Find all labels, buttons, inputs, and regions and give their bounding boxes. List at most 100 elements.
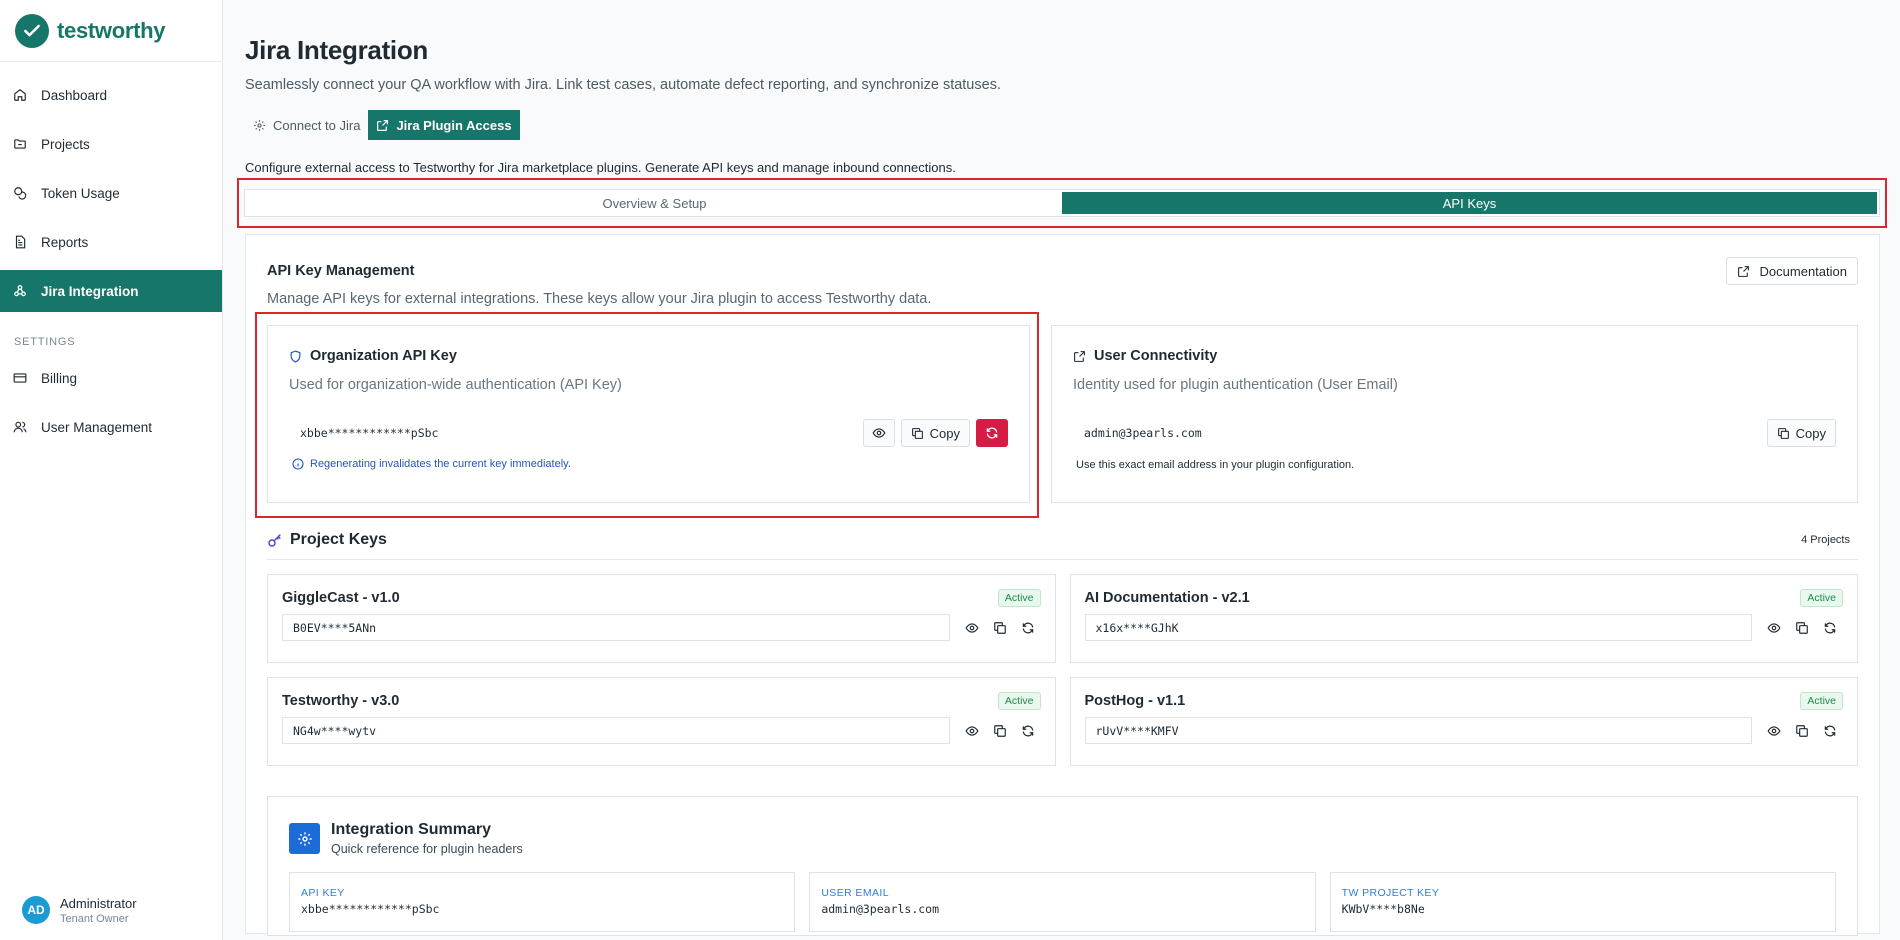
app-root: testworthy Dashboard Projects Token Usag… [0, 0, 1900, 940]
project-keys-title: Project Keys [267, 531, 387, 549]
copy-icon[interactable] [993, 621, 1007, 635]
card-title-text: Organization API Key [310, 348, 457, 364]
sidebar-item-label: Dashboard [41, 87, 108, 103]
project-key-value: rUvV****KMFV [1095, 723, 1179, 738]
warning-text: Regenerating invalidates the current key… [310, 458, 571, 470]
page-title: Jira Integration [245, 35, 429, 65]
copy-icon[interactable] [993, 724, 1007, 738]
sidebar-item-reports[interactable]: Reports [0, 221, 222, 263]
config-description: Configure external access to Testworthy … [245, 160, 956, 175]
sidebar-item-dashboard[interactable]: Dashboard [0, 74, 222, 116]
documentation-button[interactable]: Documentation [1725, 257, 1858, 285]
user-connectivity-card: User Connectivity Identity used for plug… [1051, 325, 1858, 503]
project-key-actions [1767, 724, 1837, 738]
summary-value: admin@3pearls.com [821, 902, 940, 916]
project-keys-header: Project Keys 4 Projects [267, 531, 1858, 560]
summary-grid: API KEY xbbe************pSbc USER EMAIL … [289, 872, 1836, 932]
shield-icon [289, 349, 302, 363]
eye-icon[interactable] [1767, 621, 1781, 635]
summary-value: xbbe************pSbc [301, 902, 440, 916]
org-api-key-card: Organization API Key Used for organizati… [267, 325, 1030, 503]
panel-title: API Key Management [267, 263, 415, 279]
copy-icon[interactable] [1795, 621, 1809, 635]
email-hint: Use this exact email address in your plu… [1076, 459, 1355, 471]
user-profile[interactable]: AD Administrator Tenant Owner [0, 880, 222, 940]
external-link-icon [376, 119, 389, 132]
project-key-row: rUvV****KMFV [1084, 717, 1844, 744]
refresh-icon[interactable] [1021, 724, 1035, 738]
tab-overview-setup[interactable]: Overview & Setup [247, 192, 1062, 214]
project-key-field[interactable]: x16x****GJhK [1084, 614, 1752, 641]
project-name: PostHog - v1.1 [1084, 693, 1186, 709]
sidebar-item-label: Token Usage [41, 185, 120, 201]
main-content: Jira Integration Seamlessly connect your… [223, 0, 1900, 940]
summary-user-email: USER EMAIL admin@3pearls.com [809, 872, 1316, 932]
regenerate-warning: Regenerating invalidates the current key… [289, 458, 1008, 470]
panel-subtitle: Manage API keys for external integration… [267, 291, 932, 307]
copy-icon [911, 427, 924, 440]
sub-tabs: Overview & Setup API Keys [244, 189, 1880, 217]
sidebar-item-token-usage[interactable]: Token Usage [0, 172, 222, 214]
user-role: Tenant Owner [60, 912, 129, 925]
refresh-icon[interactable] [1823, 621, 1837, 635]
card-title: User Connectivity [1073, 348, 1836, 364]
copy-label: Copy [1795, 425, 1826, 441]
reveal-key-button[interactable] [862, 419, 895, 447]
project-keys-grid: GiggleCast - v1.0 Active B0EV****5ANn AI… [267, 574, 1858, 766]
project-key-card: GiggleCast - v1.0 Active B0EV****5ANn [267, 574, 1056, 663]
summary-label: TW PROJECT KEY [1341, 887, 1440, 899]
summary-api-key: API KEY xbbe************pSbc [289, 872, 796, 932]
api-key-panel: API Key Management Documentation Manage … [245, 234, 1880, 936]
project-keys-title-text: Project Keys [290, 531, 387, 548]
webhook-icon [12, 283, 28, 299]
project-key-field[interactable]: NG4w****wytv [282, 717, 950, 744]
eye-icon [872, 426, 886, 440]
project-name: Testworthy - v3.0 [282, 693, 400, 709]
project-key-header: PostHog - v1.1 Active [1084, 692, 1843, 710]
sidebar-item-projects[interactable]: Projects [0, 123, 222, 165]
documentation-label: Documentation [1759, 263, 1847, 279]
summary-text: Integration Summary Quick reference for … [331, 821, 523, 856]
tab-connect-to-jira[interactable]: Connect to Jira [245, 110, 368, 140]
sidebar-item-billing[interactable]: Billing [0, 357, 222, 399]
status-badge: Active [997, 692, 1041, 710]
project-key-card: PostHog - v1.1 Active rUvV****KMFV [1069, 677, 1858, 766]
copy-email-button[interactable]: Copy [1766, 419, 1836, 447]
page-subtitle: Seamlessly connect your QA workflow with… [245, 77, 1001, 93]
eye-icon[interactable] [964, 724, 979, 738]
brand-name: testworthy [57, 17, 166, 43]
logo-check-icon [15, 13, 49, 48]
project-key-field[interactable]: B0EV****5ANn [282, 614, 950, 641]
home-icon [12, 87, 28, 103]
regenerate-key-button[interactable] [976, 419, 1008, 447]
copy-org-key-button[interactable]: Copy [900, 419, 970, 447]
status-badge: Active [1800, 692, 1843, 710]
project-key-row: x16x****GJhK [1084, 614, 1844, 641]
copy-icon[interactable] [1795, 724, 1809, 738]
tab-api-keys[interactable]: API Keys [1062, 192, 1877, 214]
copy-icon [1777, 427, 1790, 440]
project-key-field[interactable]: rUvV****KMFV [1084, 717, 1752, 744]
eye-icon[interactable] [1767, 724, 1781, 738]
sidebar-item-label: Jira Integration [41, 283, 139, 299]
summary-title: Integration Summary [331, 821, 492, 838]
sidebar-item-jira-integration[interactable]: Jira Integration [0, 270, 222, 312]
sidebar-nav: Dashboard Projects Token Usage Reports J… [0, 62, 222, 448]
sidebar-item-user-management[interactable]: User Management [0, 406, 222, 448]
project-key-header: GiggleCast - v1.0 Active [282, 589, 1041, 607]
user-email-value: admin@3pearls.com [1084, 426, 1202, 440]
refresh-icon[interactable] [1823, 724, 1837, 738]
credit-card-icon [12, 370, 28, 386]
project-key-value: x16x****GJhK [1095, 620, 1179, 635]
eye-icon[interactable] [964, 621, 979, 635]
tab-jira-plugin-access[interactable]: Jira Plugin Access [368, 110, 520, 140]
project-key-header: Testworthy - v3.0 Active [282, 692, 1041, 710]
summary-project-key: TW PROJECT KEY KWbV****b8Ne [1329, 872, 1836, 932]
summary-label: USER EMAIL [821, 887, 889, 899]
refresh-icon[interactable] [1021, 621, 1035, 635]
project-key-row: NG4w****wytv [282, 717, 1041, 744]
integration-tabs: Connect to Jira Jira Plugin Access [245, 110, 1880, 140]
external-link-icon [1073, 350, 1086, 363]
logo[interactable]: testworthy [0, 0, 222, 62]
project-key-actions [964, 724, 1035, 738]
